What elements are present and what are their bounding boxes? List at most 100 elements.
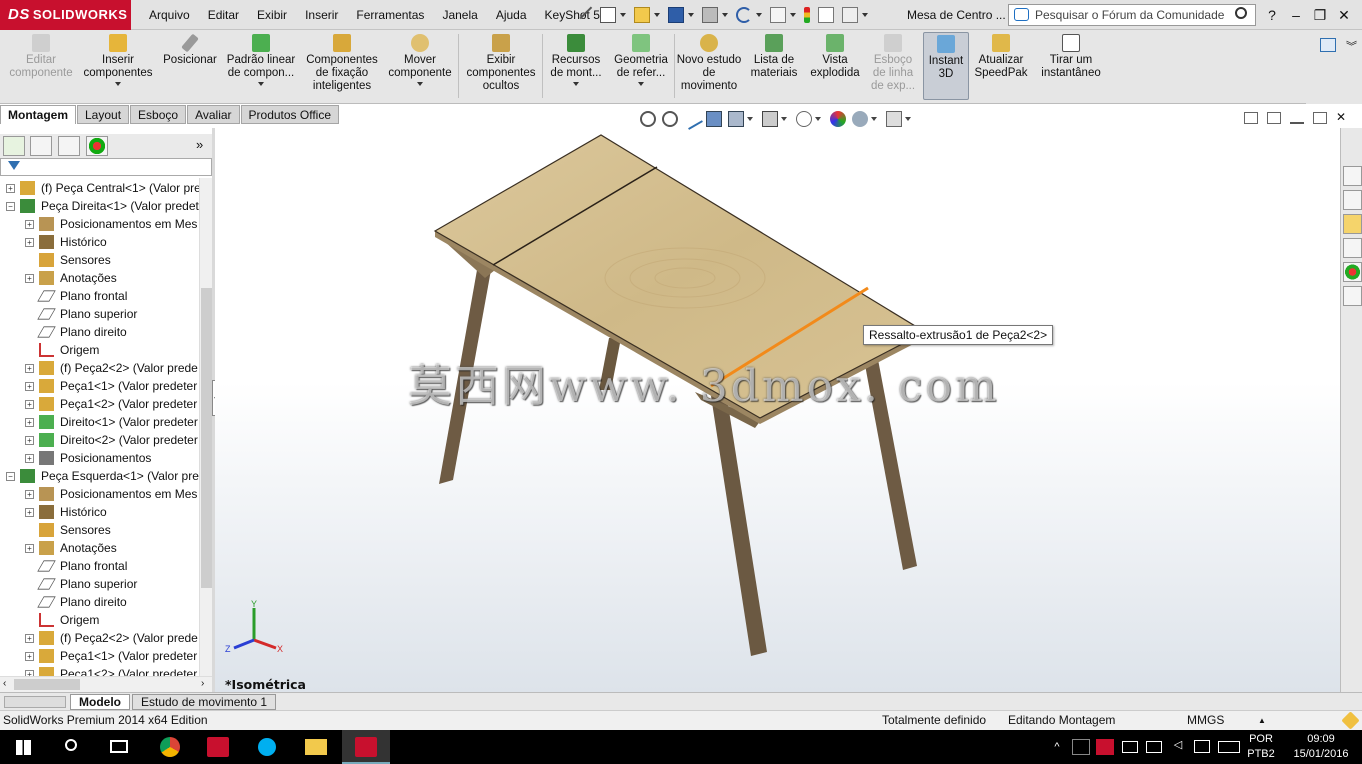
rebuild-traffic-light-icon[interactable] [804, 7, 810, 23]
menu-janela[interactable]: Janela [433, 0, 486, 30]
tab-scroll-arrows-icon[interactable] [4, 696, 66, 708]
tray-chevron-icon[interactable]: ^ [1050, 740, 1064, 755]
solidworks-tray-icon[interactable] [1096, 739, 1114, 755]
select-dropdown-icon[interactable] [790, 13, 796, 17]
search-icon[interactable] [48, 730, 96, 764]
expand-icon[interactable]: + [25, 454, 34, 463]
task-view-icon[interactable] [96, 730, 144, 764]
menu-inserir[interactable]: Inserir [296, 0, 347, 30]
dropdown-arrow-icon[interactable] [115, 82, 121, 86]
scrollbar-thumb[interactable] [14, 679, 80, 690]
display-style-dropdown-icon[interactable] [781, 117, 787, 121]
solidworks-taskbar-icon[interactable] [194, 730, 242, 764]
tree-item[interactable]: + Direito<1> (Valor predeter [0, 413, 200, 431]
expand-icon[interactable]: + [25, 544, 34, 553]
tree-item[interactable]: + Posicionamentos [0, 449, 200, 467]
display-style-icon[interactable] [762, 111, 778, 127]
apply-scene-dropdown-icon[interactable] [871, 117, 877, 121]
dropbox-tray-icon[interactable] [1072, 739, 1090, 755]
expand-icon[interactable]: + [25, 634, 34, 643]
scroll-right-icon[interactable]: › [201, 678, 204, 689]
pin-icon[interactable] [579, 6, 597, 24]
move-component-button[interactable]: Mover componente [384, 34, 456, 86]
status-units[interactable]: MMGS [1187, 711, 1224, 730]
menu-arquivo[interactable]: Arquivo [140, 0, 199, 30]
print-icon[interactable] [702, 7, 718, 23]
expand-icon[interactable]: + [25, 490, 34, 499]
expand-icon[interactable]: + [25, 400, 34, 409]
notifications-icon[interactable] [1194, 740, 1210, 753]
display-manager-tab-icon[interactable] [86, 136, 108, 156]
viewport-restore-icon[interactable] [1313, 112, 1327, 124]
menu-ferramentas[interactable]: Ferramentas [347, 0, 433, 30]
tab-avaliar[interactable]: Avaliar [187, 105, 240, 124]
open-dropdown-icon[interactable] [654, 13, 660, 17]
tree-item[interactable]: Plano direito [0, 323, 200, 341]
community-search-input[interactable]: Pesquisar o Fórum da Comunidade [1008, 4, 1256, 26]
tree-item[interactable]: + Direito<2> (Valor predeter [0, 431, 200, 449]
tree-item[interactable]: Plano direito [0, 593, 200, 611]
tree-item[interactable]: + (f) Peça2<2> (Valor prede [0, 359, 200, 377]
close-icon[interactable]: ✕ [1334, 7, 1354, 24]
tree-item[interactable]: + Histórico [0, 233, 200, 251]
tree-item[interactable]: + Peça1<1> (Valor predeter [0, 377, 200, 395]
instant-3d-button[interactable]: Instant 3D [923, 32, 969, 100]
hide-show-items-icon[interactable] [796, 111, 812, 127]
expand-icon[interactable]: + [6, 184, 15, 193]
expand-icon[interactable]: + [25, 220, 34, 229]
tree-item[interactable]: Sensores [0, 251, 200, 269]
tree-item[interactable]: − Peça Esquerda<1> (Valor pred [0, 467, 200, 485]
tree-item[interactable]: + Posicionamentos em Mes [0, 215, 200, 233]
battery-icon[interactable] [1122, 741, 1138, 753]
configuration-manager-tab-icon[interactable] [58, 136, 80, 156]
expand-icon[interactable]: + [25, 274, 34, 283]
view-palette-icon[interactable] [1343, 238, 1362, 258]
tree-item[interactable]: + Anotações [0, 269, 200, 287]
undo-dropdown-icon[interactable] [756, 13, 762, 17]
tile-horizontal-icon[interactable] [1244, 112, 1258, 124]
skype-icon[interactable] [243, 730, 291, 764]
keyboard-icon[interactable] [1218, 741, 1240, 753]
tree-item[interactable]: + Peça1<2> (Valor predeter [0, 665, 200, 676]
insert-components-button[interactable]: Inserir componentes [80, 34, 156, 86]
tab-layout[interactable]: Layout [77, 105, 130, 124]
tree-item[interactable]: Plano superior [0, 575, 200, 593]
view-orientation-dropdown-icon[interactable] [747, 117, 753, 121]
edit-component-button[interactable]: Editar componente [6, 34, 76, 80]
custom-properties-icon[interactable] [1343, 286, 1362, 306]
solidworks-logo[interactable]: DS SOLIDWORKS [0, 0, 131, 30]
tab-montagem[interactable]: Montagem [0, 105, 76, 124]
restore-icon[interactable]: ❐ [1310, 7, 1330, 24]
rebuild-status-icon[interactable] [1341, 711, 1360, 730]
new-motion-study-button[interactable]: Novo estudo de movimento [676, 34, 742, 93]
minimize-icon[interactable]: – [1286, 7, 1306, 23]
undo-icon[interactable] [736, 7, 752, 23]
take-snapshot-button[interactable]: Tirar um instantâneo [1034, 34, 1108, 80]
expand-icon[interactable]: + [25, 652, 34, 661]
tab-produtos-office[interactable]: Produtos Office [240, 105, 340, 124]
scroll-left-icon[interactable]: ‹ [3, 678, 6, 689]
expand-icon[interactable]: + [25, 508, 34, 517]
tree-filter[interactable] [0, 158, 212, 176]
dropdown-arrow-icon[interactable] [638, 82, 644, 86]
edit-appearance-icon[interactable] [830, 111, 846, 127]
show-hidden-components-button[interactable]: Exibir componentes ocultos [462, 34, 540, 93]
tab-esboco[interactable]: Esboço [130, 105, 187, 124]
file-explorer-taskbar-icon[interactable] [292, 730, 340, 764]
print-dropdown-icon[interactable] [722, 13, 728, 17]
dropdown-arrow-icon[interactable] [417, 82, 423, 86]
tree-item[interactable]: Sensores [0, 521, 200, 539]
dropdown-arrow-icon[interactable] [258, 82, 264, 86]
appearances-icon[interactable] [1343, 262, 1362, 282]
tree-item[interactable]: + (f) Peça Central<1> (Valor pre [0, 179, 200, 197]
tree-horizontal-scrollbar[interactable]: ‹ › [0, 676, 212, 692]
hide-show-dropdown-icon[interactable] [815, 117, 821, 121]
tab-modelo[interactable]: Modelo [70, 694, 130, 710]
smart-fasteners-button[interactable]: Componentes de fixação inteligentes [302, 34, 382, 93]
scrollbar-thumb[interactable] [201, 288, 212, 588]
tree-item[interactable]: + (f) Peça2<2> (Valor prede [0, 629, 200, 647]
apply-scene-icon[interactable] [852, 111, 868, 127]
tree-item[interactable]: + Anotações [0, 539, 200, 557]
linear-pattern-button[interactable]: Padrão linear de compon... [224, 34, 298, 86]
tree-item[interactable]: Plano frontal [0, 287, 200, 305]
